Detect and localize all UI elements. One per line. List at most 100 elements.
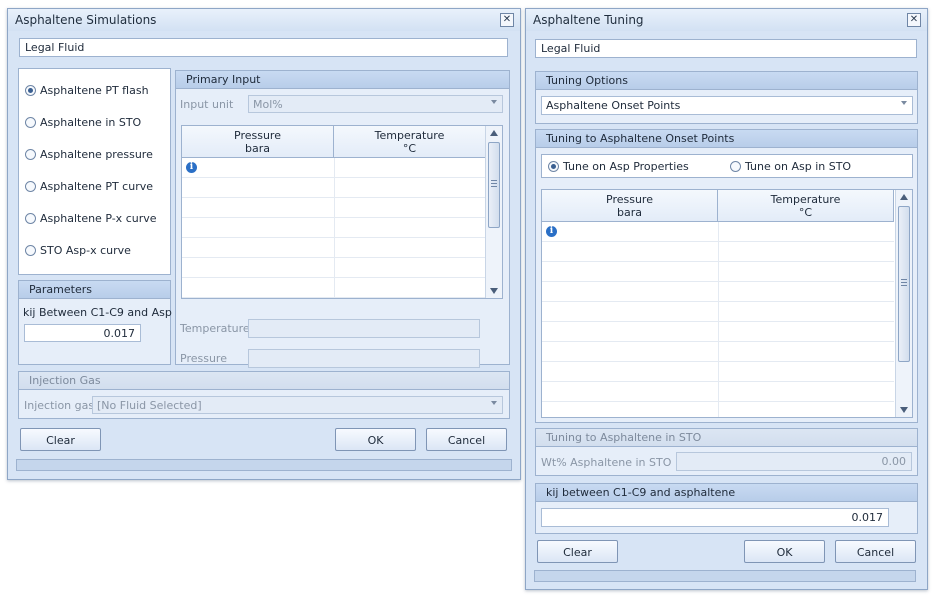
table-row[interactable] <box>182 258 486 278</box>
scroll-thumb[interactable] <box>488 142 500 228</box>
injection-gas-dropdown[interactable]: [No Fluid Selected] <box>92 396 503 414</box>
title-bar[interactable]: Asphaltene Simulations ✕ <box>8 9 520 31</box>
kij-header: kij between C1-C9 and asphaltene <box>536 484 917 502</box>
table-row[interactable] <box>542 362 894 382</box>
cancel-button[interactable]: Cancel <box>835 540 916 563</box>
option-label: STO Asp-x curve <box>40 244 131 257</box>
dialog-title: Asphaltene Tuning <box>533 13 644 27</box>
grid-header: Pressure bara Temperature °C <box>542 190 894 222</box>
temperature-input[interactable] <box>248 319 480 338</box>
tuning-options-dropdown[interactable]: Asphaltene Onset Points <box>541 96 913 115</box>
option-label: Asphaltene PT curve <box>40 180 153 193</box>
table-row[interactable]: i <box>182 158 486 178</box>
close-button[interactable]: ✕ <box>907 13 921 27</box>
chevron-down-icon[interactable] <box>901 101 907 105</box>
column-header-temperature[interactable]: Temperature °C <box>718 190 894 222</box>
radio-icon <box>730 161 741 172</box>
kij-panel: kij between C1-C9 and asphaltene 0.017 <box>535 483 918 534</box>
parameters-panel: Parameters kij Between C1-C9 and Asp 0.0… <box>18 280 172 365</box>
table-row[interactable] <box>542 382 894 402</box>
kij-input[interactable]: 0.017 <box>541 508 889 527</box>
dialog-title: Asphaltene Simulations <box>15 13 157 27</box>
pressure-input[interactable] <box>248 349 480 368</box>
table-row[interactable] <box>542 342 894 362</box>
option-asphaltene-pressure[interactable]: Asphaltene pressure <box>25 148 153 162</box>
table-row[interactable] <box>182 238 486 258</box>
input-unit-dropdown[interactable]: Mol% <box>248 95 503 113</box>
primary-input-panel: Primary Input Input unit Mol% Pressure ba… <box>175 70 510 368</box>
column-header-temperature[interactable]: Temperature °C <box>334 126 486 158</box>
fluid-name: Legal Fluid <box>541 42 601 55</box>
kij-value: 0.017 <box>103 327 136 340</box>
radio-tune-on-asp-in-sto[interactable]: Tune on Asp in STO <box>730 160 851 174</box>
option-sto-asp-x-curve[interactable]: STO Asp-x curve <box>25 244 131 258</box>
title-bar[interactable]: Asphaltene Tuning ✕ <box>526 9 927 31</box>
radio-tune-on-asp-properties[interactable]: Tune on Asp Properties <box>548 160 689 174</box>
table-row[interactable] <box>542 282 894 302</box>
wt-asphaltene-input[interactable]: 0.00 <box>676 452 912 471</box>
fluid-name-box: Legal Fluid <box>19 38 508 57</box>
close-icon: ✕ <box>502 14 512 25</box>
scroll-up-icon[interactable] <box>490 130 498 136</box>
option-asphaltene-pt-curve[interactable]: Asphaltene PT curve <box>25 180 153 194</box>
clear-button[interactable]: Clear <box>20 428 101 451</box>
scroll-down-icon[interactable] <box>490 288 498 294</box>
temperature-label: Temperature <box>180 322 250 335</box>
close-button[interactable]: ✕ <box>500 13 514 27</box>
tuning-options-header: Tuning Options <box>536 72 917 90</box>
radio-label: Tune on Asp in STO <box>745 160 852 173</box>
primary-input-header: Primary Input <box>176 71 509 89</box>
radio-icon <box>25 181 36 192</box>
chevron-down-icon <box>491 100 497 104</box>
status-bar <box>534 570 916 582</box>
pressure-temperature-grid[interactable]: Pressure bara Temperature °C i <box>181 125 503 299</box>
radio-icon <box>25 149 36 160</box>
onset-points-header: Tuning to Asphaltene Onset Points <box>536 130 917 148</box>
clear-button[interactable]: Clear <box>537 540 618 563</box>
wt-asphaltene-value: 0.00 <box>881 455 907 468</box>
radio-icon <box>25 213 36 224</box>
simulation-type-group: Asphaltene PT flash Asphaltene in STO As… <box>18 68 171 275</box>
column-header-pressure[interactable]: Pressure bara <box>542 190 718 222</box>
onset-points-grid[interactable]: Pressure bara Temperature °C i <box>541 189 913 418</box>
ok-button[interactable]: OK <box>744 540 825 563</box>
table-row[interactable] <box>542 242 894 262</box>
table-row[interactable] <box>182 218 486 238</box>
cancel-button[interactable]: Cancel <box>426 428 507 451</box>
scroll-up-icon[interactable] <box>900 194 908 200</box>
table-row[interactable] <box>182 198 486 218</box>
radio-checked-icon <box>548 161 559 172</box>
option-asphaltene-px-curve[interactable]: Asphaltene P-x curve <box>25 212 157 226</box>
parameters-header: Parameters <box>19 281 170 299</box>
option-asphaltene-pt-flash[interactable]: Asphaltene PT flash <box>25 84 149 98</box>
scroll-thumb[interactable] <box>898 206 910 362</box>
kij-input[interactable]: 0.017 <box>24 324 141 342</box>
grid-scrollbar[interactable] <box>485 126 502 298</box>
table-row[interactable] <box>542 302 894 322</box>
pressure-label: Pressure <box>180 352 227 365</box>
grid-header: Pressure bara Temperature °C <box>182 126 486 158</box>
radio-icon <box>25 245 36 256</box>
grid-scrollbar[interactable] <box>895 190 912 417</box>
ok-button[interactable]: OK <box>335 428 416 451</box>
tuning-options-value: Asphaltene Onset Points <box>546 99 681 112</box>
asphaltene-simulations-dialog: Asphaltene Simulations ✕ Legal Fluid Asp… <box>7 8 521 480</box>
asphaltene-in-sto-panel: Tuning to Asphaltene in STO Wt% Asphalte… <box>535 428 918 476</box>
option-label: Asphaltene in STO <box>40 116 142 129</box>
scroll-down-icon[interactable] <box>900 407 908 413</box>
status-bar <box>16 459 512 471</box>
table-row[interactable] <box>542 402 894 417</box>
asphaltene-in-sto-header: Tuning to Asphaltene in STO <box>536 429 917 447</box>
chevron-down-icon <box>491 401 497 405</box>
table-row[interactable] <box>182 178 486 198</box>
table-row[interactable] <box>542 322 894 342</box>
option-asphaltene-in-sto[interactable]: Asphaltene in STO <box>25 116 141 130</box>
option-label: Asphaltene P-x curve <box>40 212 157 225</box>
fluid-name: Legal Fluid <box>25 41 85 54</box>
tuning-options-panel: Tuning Options Asphaltene Onset Points <box>535 71 918 124</box>
column-header-pressure[interactable]: Pressure bara <box>182 126 334 158</box>
radio-checked-icon <box>25 85 36 96</box>
table-row[interactable] <box>542 262 894 282</box>
table-row[interactable]: i <box>542 222 894 242</box>
table-row[interactable] <box>182 278 486 298</box>
